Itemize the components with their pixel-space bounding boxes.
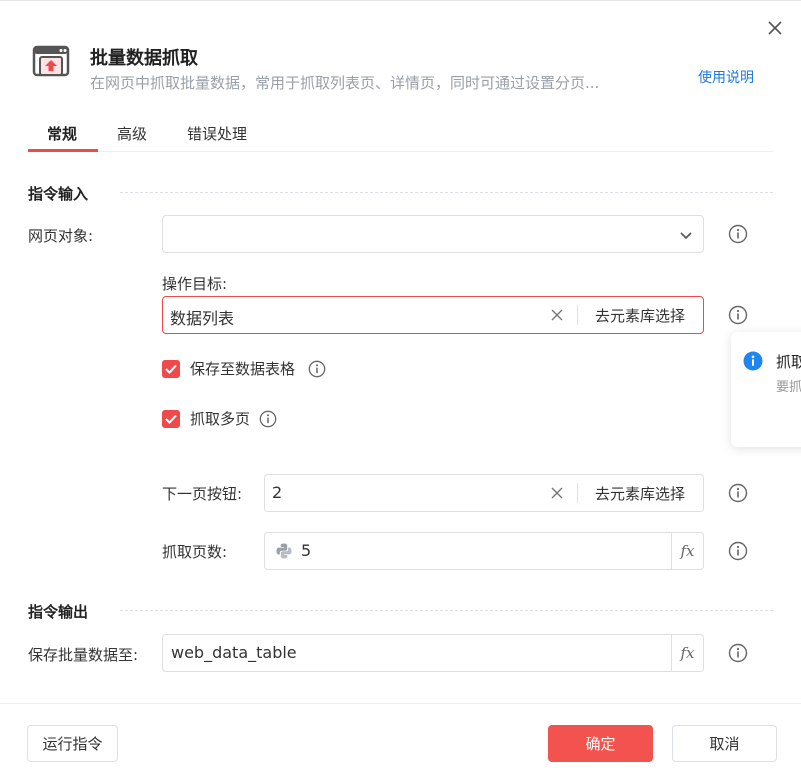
dialog-subtitle: 在网页中抓取批量数据，常用于抓取列表页、详情页，同时可通过设置分页... bbox=[90, 74, 600, 92]
page-count-label: 抓取页数: bbox=[162, 543, 228, 561]
chevron-down-icon bbox=[680, 232, 692, 240]
field-separator bbox=[577, 305, 578, 325]
grab-multi-page-label: 抓取多页 bbox=[190, 410, 251, 428]
info-tooltip: 抓取 要抓 bbox=[731, 332, 801, 447]
save-to-table-checkbox[interactable] bbox=[162, 360, 180, 378]
clear-icon[interactable] bbox=[548, 306, 566, 324]
save-to-field[interactable]: web_data_table fx bbox=[162, 634, 704, 672]
section-title-input: 指令输入 bbox=[28, 185, 89, 203]
active-tab-indicator bbox=[28, 149, 98, 152]
operation-target-field[interactable]: 数据列表 去元素库选择 bbox=[162, 296, 704, 334]
tooltip-title: 抓取 bbox=[776, 353, 801, 371]
pick-element-button[interactable]: 去元素库选择 bbox=[595, 305, 685, 326]
info-icon[interactable] bbox=[728, 305, 748, 325]
web-grab-icon bbox=[31, 43, 71, 83]
fx-button[interactable]: fx bbox=[671, 635, 703, 671]
info-icon[interactable] bbox=[308, 360, 326, 378]
info-filled-icon bbox=[743, 351, 763, 371]
tab-advanced[interactable]: 高级 bbox=[117, 123, 147, 144]
confirm-button[interactable]: 确定 bbox=[548, 725, 653, 762]
web-object-label: 网页对象: bbox=[28, 227, 94, 245]
cancel-button[interactable]: 取消 bbox=[672, 725, 777, 762]
info-icon[interactable] bbox=[728, 483, 748, 503]
operation-target-label: 操作目标: bbox=[162, 275, 228, 293]
next-page-button-field[interactable]: 2 去元素库选择 bbox=[264, 474, 704, 512]
help-link[interactable]: 使用说明 bbox=[698, 67, 754, 87]
fx-button[interactable]: fx bbox=[671, 533, 703, 569]
tooltip-body: 要抓 bbox=[776, 380, 801, 395]
save-to-table-label: 保存至数据表格 bbox=[190, 360, 296, 378]
operation-target-value: 数据列表 bbox=[170, 309, 235, 328]
section-divider bbox=[120, 610, 773, 611]
next-page-button-value: 2 bbox=[272, 483, 283, 502]
next-page-button-label: 下一页按钮: bbox=[162, 485, 243, 503]
grab-multi-page-checkbox[interactable] bbox=[162, 410, 180, 428]
save-to-label: 保存批量数据至: bbox=[28, 646, 139, 664]
tab-error-handling[interactable]: 错误处理 bbox=[187, 123, 247, 144]
fx-icon: fx bbox=[680, 542, 695, 560]
info-icon[interactable] bbox=[728, 541, 748, 561]
info-icon[interactable] bbox=[728, 224, 748, 244]
run-command-button[interactable]: 运行指令 bbox=[27, 725, 118, 762]
section-divider bbox=[120, 192, 773, 193]
page-count-field[interactable]: 5 fx bbox=[264, 532, 704, 570]
tab-general[interactable]: 常规 bbox=[47, 123, 77, 144]
field-separator bbox=[577, 483, 578, 503]
python-icon bbox=[275, 542, 293, 560]
close-icon[interactable] bbox=[764, 17, 786, 39]
fx-icon: fx bbox=[680, 644, 695, 662]
batch-data-grab-dialog: 批量数据抓取 在网页中抓取批量数据，常用于抓取列表页、详情页，同时可通过设置分页… bbox=[0, 0, 801, 781]
dialog-title: 批量数据抓取 bbox=[90, 48, 198, 69]
save-to-value: web_data_table bbox=[171, 643, 297, 662]
grab-multi-page-option[interactable]: 抓取多页 bbox=[162, 408, 302, 430]
page-count-value: 5 bbox=[301, 541, 312, 560]
info-icon[interactable] bbox=[728, 643, 748, 663]
section-title-output: 指令输出 bbox=[28, 603, 89, 621]
save-to-table-option[interactable]: 保存至数据表格 bbox=[162, 358, 362, 380]
info-icon[interactable] bbox=[259, 410, 277, 428]
web-object-select[interactable] bbox=[162, 215, 704, 253]
pick-element-button[interactable]: 去元素库选择 bbox=[595, 483, 685, 504]
tab-bar: 常规 高级 错误处理 bbox=[28, 113, 773, 152]
footer-divider bbox=[0, 703, 801, 704]
clear-icon[interactable] bbox=[548, 484, 566, 502]
